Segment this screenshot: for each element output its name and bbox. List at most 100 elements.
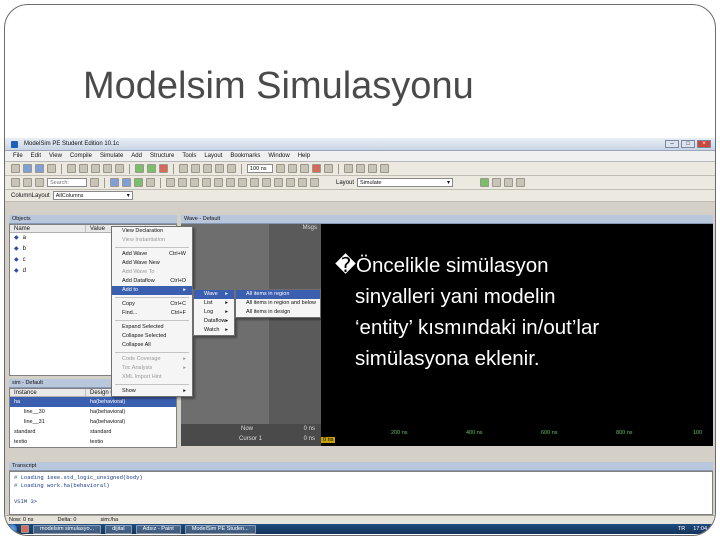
ctx-view-instantiation[interactable]: View Instantiation	[112, 236, 192, 245]
instance-col-instance[interactable]: Instance	[10, 389, 86, 396]
taskbar-pinned-icon[interactable]	[21, 525, 29, 533]
save-icon[interactable]	[35, 164, 44, 173]
zoom-in-icon[interactable]	[179, 164, 188, 173]
transcript-prompt[interactable]: VSIM 3>	[14, 498, 708, 506]
submenu-items-in-design[interactable]: All items in design	[236, 308, 320, 317]
menu-tools[interactable]: Tools	[182, 153, 196, 159]
ctx-collapse-all[interactable]: Collapse All	[112, 341, 192, 350]
edge-next-icon[interactable]	[178, 178, 187, 187]
ctx-show[interactable]: Show ▸	[112, 387, 192, 396]
copy-icon[interactable]	[79, 164, 88, 173]
menu-window[interactable]: Window	[268, 153, 289, 159]
run-length-input[interactable]: 100 ns	[247, 164, 273, 173]
menu-compile[interactable]: Compile	[70, 153, 92, 159]
menu-file[interactable]: File	[13, 153, 23, 159]
menu-bookmarks[interactable]: Bookmarks	[230, 153, 260, 159]
ctx-expand-selected[interactable]: Expand Selected	[112, 323, 192, 332]
compile-icon[interactable]	[135, 164, 144, 173]
forward-icon[interactable]	[23, 178, 32, 187]
zoom-full-icon[interactable]	[203, 164, 212, 173]
column-layout-select[interactable]: AllColumns	[52, 191, 133, 200]
menu-layout[interactable]: Layout	[204, 153, 222, 159]
instance-row[interactable]: line__30 ha(behavioral)	[10, 407, 176, 417]
find-icon[interactable]	[380, 164, 389, 173]
open-file-icon[interactable]	[23, 164, 32, 173]
submenu-items-in-region[interactable]: All items in region	[236, 290, 320, 299]
new-file-icon[interactable]	[11, 164, 20, 173]
search-input[interactable]: Search:	[47, 178, 87, 187]
instance-row[interactable]: textio textio	[10, 437, 176, 447]
layout-load-icon[interactable]	[492, 178, 502, 187]
color-icon[interactable]	[262, 178, 271, 187]
run-icon[interactable]	[276, 164, 285, 173]
layout-delete-icon[interactable]	[516, 178, 526, 187]
ctx-copy[interactable]: Copy Ctrl+C	[112, 300, 192, 309]
submenu-log[interactable]: Log ▸	[194, 308, 234, 317]
undo-icon[interactable]	[103, 164, 112, 173]
layout-reset-icon[interactable]	[504, 178, 514, 187]
source-icon[interactable]	[146, 178, 155, 187]
ctx-add-wave-to[interactable]: Add Wave To	[112, 268, 192, 277]
ctx-add-wave-new[interactable]: Add Wave New	[112, 259, 192, 268]
run-all-icon[interactable]	[300, 164, 309, 173]
ctx-find[interactable]: Find... Ctrl+F	[112, 309, 192, 318]
step-out-icon[interactable]	[368, 164, 377, 173]
redo-icon[interactable]	[115, 164, 124, 173]
taskbar-button[interactable]: modelsim simulasyo...	[33, 524, 102, 534]
continue-icon[interactable]	[288, 164, 297, 173]
bookmark-icon[interactable]	[35, 178, 44, 187]
objects-pane-header[interactable]: Objects	[9, 215, 177, 224]
close-button[interactable]: ×	[697, 140, 711, 148]
objects-col-name[interactable]: Name	[10, 225, 86, 232]
properties-icon[interactable]	[286, 178, 295, 187]
ctx-xml-import-hint[interactable]: XML Import Hint	[112, 373, 192, 382]
taskbar-button[interactable]: dijital	[105, 524, 132, 534]
dataflow-icon[interactable]	[134, 178, 143, 187]
sort-icon[interactable]	[310, 178, 319, 187]
search-icon[interactable]	[90, 178, 99, 187]
cut-icon[interactable]	[67, 164, 76, 173]
ctx-collapse-selected[interactable]: Collapse Selected	[112, 332, 192, 341]
compile-all-icon[interactable]	[147, 164, 156, 173]
submenu-dataflow[interactable]: Dataflow ▸	[194, 317, 234, 326]
ctx-add-wave[interactable]: Add Wave Ctrl+W	[112, 250, 192, 259]
print-icon[interactable]	[47, 164, 56, 173]
taskbar-button[interactable]: Adsız - Paint	[135, 524, 181, 534]
minimize-button[interactable]: –	[665, 140, 679, 148]
restart-icon[interactable]	[324, 164, 333, 173]
submenu-items-in-region-below[interactable]: All items in region and below	[236, 299, 320, 308]
simulate-icon[interactable]	[159, 164, 168, 173]
maximize-button[interactable]: □	[681, 140, 695, 148]
group-icon[interactable]	[226, 178, 235, 187]
cursor-tag[interactable]: 0 ns	[321, 437, 336, 443]
start-button-icon[interactable]	[7, 524, 17, 534]
transcript-pane-header[interactable]: Transcript	[9, 462, 713, 471]
menu-edit[interactable]: Edit	[31, 153, 41, 159]
submenu-list[interactable]: List ▸	[194, 299, 234, 308]
step-over-icon[interactable]	[356, 164, 365, 173]
step-icon[interactable]	[344, 164, 353, 173]
menu-simulate[interactable]: Simulate	[100, 153, 123, 159]
tray-clock[interactable]: 17:04	[693, 526, 707, 532]
layout-save-icon[interactable]	[480, 178, 490, 187]
zoom-out-icon[interactable]	[191, 164, 200, 173]
ctx-code-coverage[interactable]: Code Coverage ▸	[112, 355, 192, 364]
menu-help[interactable]: Help	[298, 153, 310, 159]
cursor-delete-icon[interactable]	[227, 164, 236, 173]
taskbar-button[interactable]: ModelSim PE Studen...	[184, 524, 256, 534]
instance-row[interactable]: standard standard	[10, 427, 176, 437]
radix-icon[interactable]	[274, 178, 283, 187]
ctx-toc-analysis[interactable]: Toc Analysis ▸	[112, 364, 192, 373]
insert-divider-icon[interactable]	[214, 178, 223, 187]
collapse-icon[interactable]	[202, 178, 211, 187]
layout-select[interactable]: Simulate	[357, 178, 454, 187]
submenu-watch[interactable]: Watch ▸	[194, 326, 234, 335]
wave-icon[interactable]	[110, 178, 119, 187]
expand-icon[interactable]	[190, 178, 199, 187]
paste-icon[interactable]	[91, 164, 100, 173]
menu-structure[interactable]: Structure	[150, 153, 174, 159]
filter-icon[interactable]	[298, 178, 307, 187]
ctx-add-dataflow[interactable]: Add Dataflow Ctrl+D	[112, 277, 192, 286]
back-icon[interactable]	[11, 178, 20, 187]
language-indicator[interactable]: TR	[678, 526, 685, 532]
